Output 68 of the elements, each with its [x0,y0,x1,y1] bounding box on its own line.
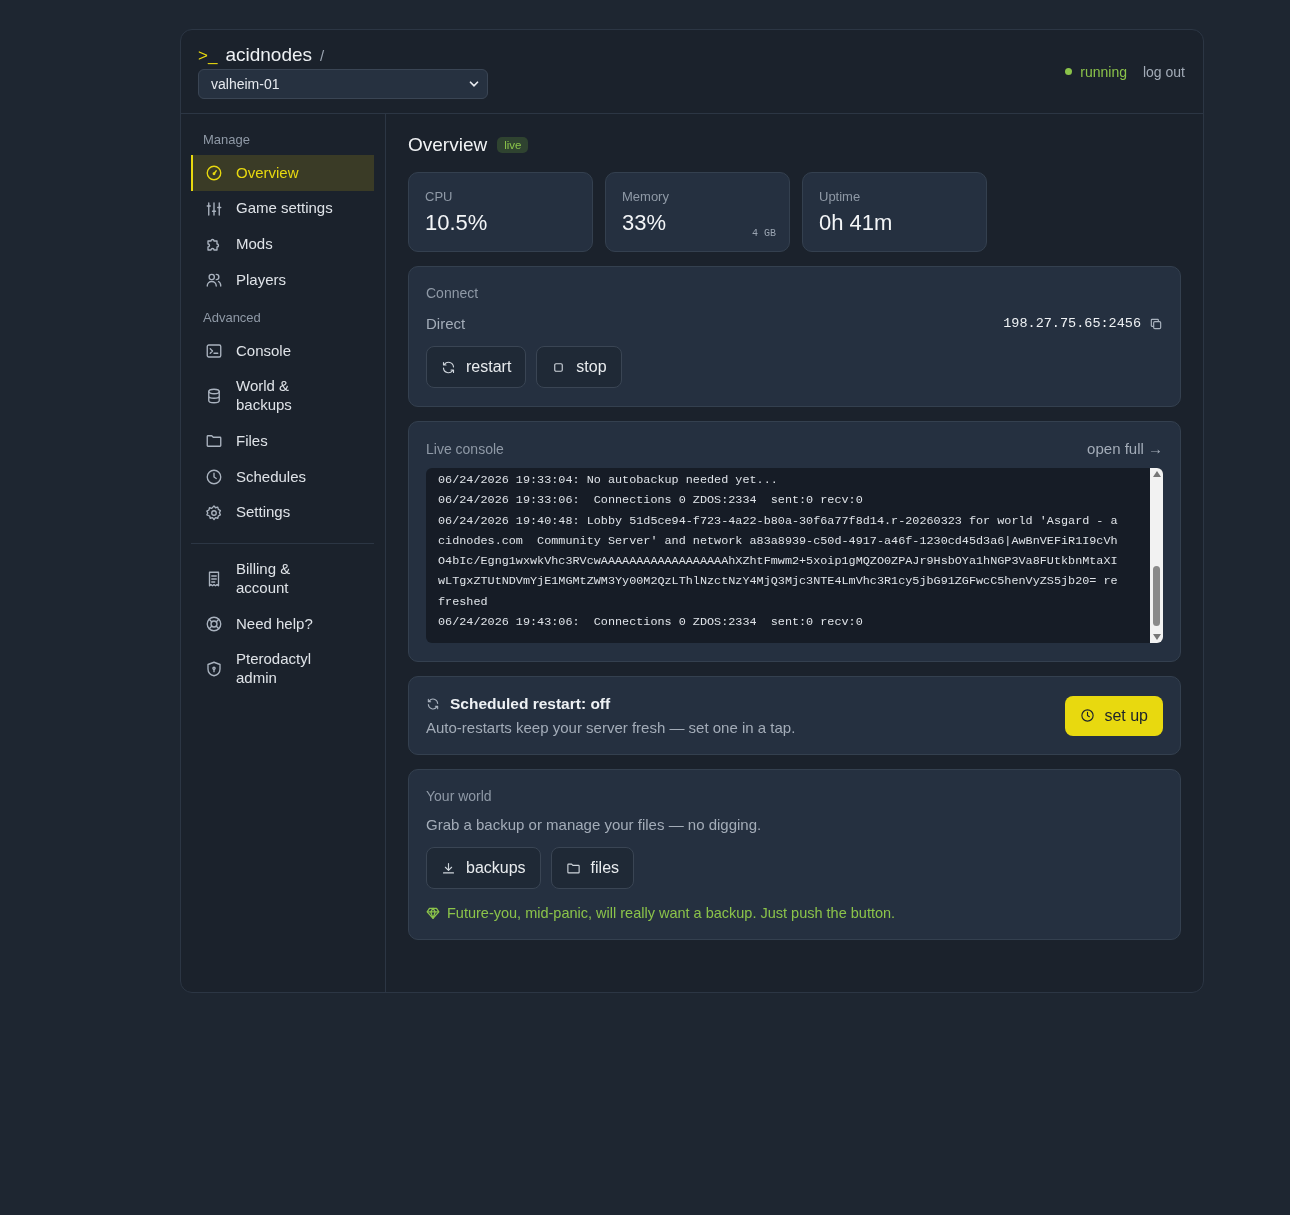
nav-item[interactable]: Schedules [191,459,374,495]
prompt-logo: >_ [198,46,218,66]
nav-item[interactable]: Need help? [191,606,374,642]
console-line: 06/24/2026 19:40:48: Lobby 51d5ce94-f723-4a22-b80a-30f6a77f8d14.r-20260323 for world 'Asgard - acidnodes.com Community Server' and network a83a8939-c50d-4917-a46f-1230cd45d3a6|AwBnVEFiR1I9cVhO4bIc/Egng1wxwkVhc3RVcwAAAAAAAAAAAAAAAAAAhXZhtFmwm2+5xoip1gMQZO0ZPAJr9HsbOYa1hNGP3Va8FUtkbnMtaXIwLTgxZTUtNDVmYjE1MGMtZWM3Yy00M2QzLThlNzctNzY4MjQ3Mjc3NTE4LmVhc3R1cy5jbG91ZGFwcC5henVyZS5jb20= refreshed [438,512,1119,611]
open-full-link[interactable]: open full → [1087,440,1163,457]
console-line: 06/24/2026 19:43:06: Connections 0 ZDOS:2334 sent:0 recv:0 [438,614,864,632]
database-icon [205,387,223,405]
action-button[interactable]: stop [536,346,622,388]
logout-link[interactable]: log out [1142,63,1185,80]
stat-label: CPU [425,189,454,204]
shield-icon [205,660,223,678]
scrollbar[interactable] [1150,468,1163,643]
stat-note: 4 GB [752,228,776,239]
status-text: running [1080,63,1127,80]
nav-item[interactable]: Mods [191,226,374,263]
server-select[interactable]: valheim-01 [198,69,488,99]
section-heading: Manage [202,132,251,147]
users-icon [205,271,223,290]
download-icon [441,860,456,876]
gauge-icon [205,163,223,182]
brand-name: acidnodes [225,44,312,66]
action-button[interactable]: files [550,847,635,889]
action-button[interactable]: backups [426,847,541,889]
live-badge: live [497,137,529,153]
terminal-icon [205,341,223,360]
nav-item[interactable]: Players [191,262,374,298]
server-address: 198.27.75.65:2456 [1003,316,1141,331]
scroll-down-arrow-icon[interactable] [1152,634,1161,640]
connection-label: Direct [426,315,466,332]
copy-icon[interactable] [1149,316,1163,331]
settings-icon [205,503,223,522]
nav-item[interactable]: World & backups [191,368,374,424]
nav-item[interactable]: Billing & account [191,551,374,606]
clock-icon [205,467,223,486]
schedule-title: Scheduled restart: off [450,695,611,713]
gem-icon [426,906,440,920]
nav-item[interactable]: Overview [191,155,374,191]
schedule-text: Auto-restarts keep your server fresh — set one in a tap. [426,719,796,736]
tip-text: Future-you, mid-panic, will really want a backup. Just push the button. [447,905,896,921]
refresh-icon [426,697,440,711]
scrollbar-thumb[interactable] [1153,566,1160,626]
stat-value: 0h 41m [819,210,893,236]
world-text: Grab a backup or manage your files — no digging. [426,816,763,833]
card-title: Live console [426,440,504,457]
nav-item[interactable]: Game settings [191,190,374,227]
setup-button[interactable]: set up [1065,695,1163,736]
sliders-icon [205,199,223,218]
stat-value: 33% [622,210,667,236]
nav-item[interactable]: Pterodactyl admin [191,641,374,697]
section-heading: Advanced [202,310,262,325]
stat-label: Memory [622,189,670,204]
refresh-icon [441,359,456,375]
nav-item[interactable]: Settings [191,494,374,531]
scroll-up-arrow-icon[interactable] [1152,471,1161,477]
page-title: Overview [408,134,488,156]
stat-label: Uptime [819,189,862,204]
stat-value: 10.5% [425,210,488,236]
folder-icon [565,860,581,876]
console-line: 06/24/2026 19:33:06: Connections 0 ZDOS:2334 sent:0 recv:0 [438,492,864,510]
card-title: Connect [426,285,480,301]
nav-item[interactable]: Console [191,333,374,369]
lifebuoy-icon [205,614,223,633]
console-line: 06/24/2026 19:33:04: No autobackup needed yet... [438,472,779,489]
action-button[interactable]: restart [426,346,527,388]
breadcrumb-separator: / [320,47,325,64]
nav-item[interactable]: Files [191,423,374,459]
clock-icon [1080,708,1096,723]
card-title: Your world [426,788,493,804]
